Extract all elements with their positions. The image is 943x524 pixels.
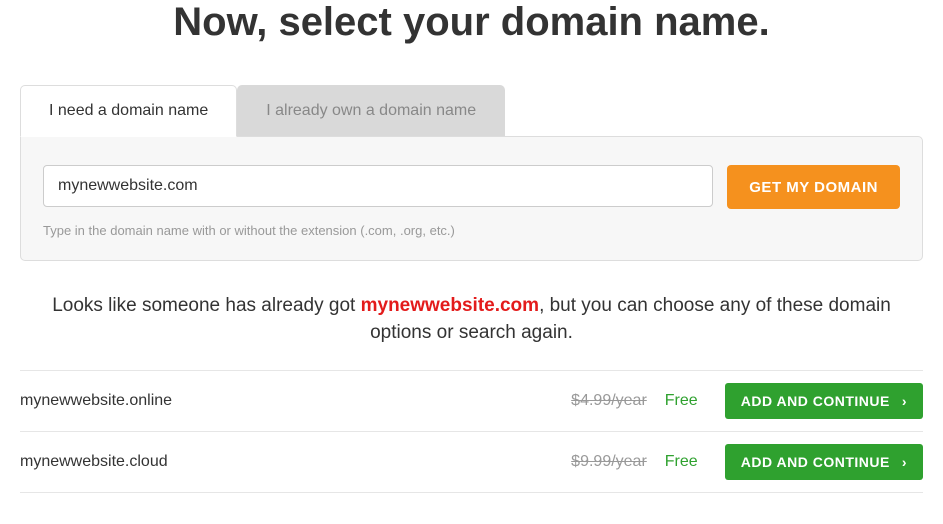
page-title: Now, select your domain name. [20, 0, 923, 45]
result-row: mynewwebsite.cloud $9.99/year Free ADD A… [20, 431, 923, 493]
tab-need-domain[interactable]: I need a domain name [20, 85, 237, 137]
get-domain-button[interactable]: GET MY DOMAIN [727, 165, 900, 209]
result-domain: mynewwebsite.online [20, 392, 571, 410]
domain-taken-notice: Looks like someone has already got mynew… [40, 293, 903, 346]
result-row: mynewwebsite.online $4.99/year Free ADD … [20, 370, 923, 431]
search-hint: Type in the domain name with or without … [43, 223, 900, 238]
tab-row: I need a domain name I already own a dom… [20, 85, 923, 136]
notice-prefix: Looks like someone has already got [52, 295, 360, 316]
chevron-right-icon: › [902, 393, 907, 409]
price-label: Free [665, 453, 707, 471]
result-list: mynewwebsite.online $4.99/year Free ADD … [20, 370, 923, 493]
add-button-label: ADD AND CONTINUE [741, 393, 890, 409]
chevron-right-icon: › [902, 454, 907, 470]
add-and-continue-button[interactable]: ADD AND CONTINUE › [725, 444, 923, 480]
price-label: Free [665, 392, 707, 410]
result-domain: mynewwebsite.cloud [20, 453, 571, 471]
old-price: $9.99/year [571, 453, 647, 471]
tab-own-domain[interactable]: I already own a domain name [237, 85, 505, 136]
add-and-continue-button[interactable]: ADD AND CONTINUE › [725, 383, 923, 419]
notice-taken-domain: mynewwebsite.com [361, 295, 539, 316]
domain-input[interactable] [43, 165, 713, 207]
old-price: $4.99/year [571, 392, 647, 410]
add-button-label: ADD AND CONTINUE [741, 454, 890, 470]
search-panel: GET MY DOMAIN Type in the domain name wi… [20, 136, 923, 261]
